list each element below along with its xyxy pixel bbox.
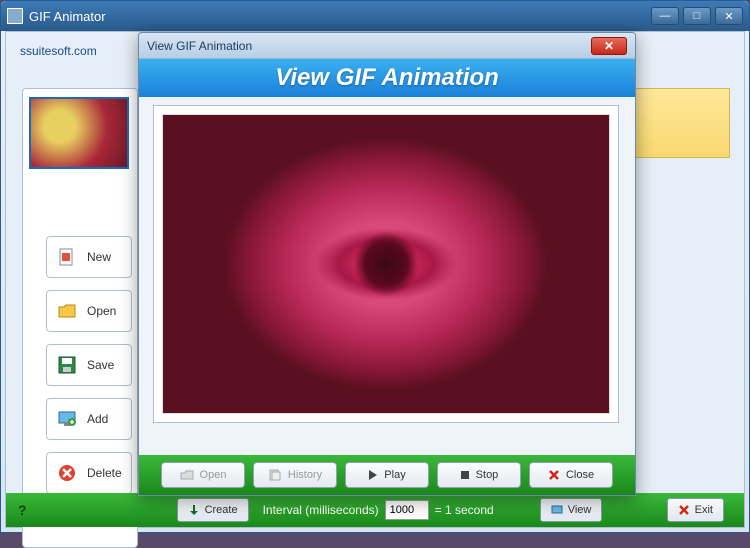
dialog-open-label: Open xyxy=(200,469,227,481)
view-label: View xyxy=(568,504,592,516)
close-icon xyxy=(548,469,560,481)
floppy-icon xyxy=(55,353,79,377)
app-title: GIF Animator xyxy=(29,9,106,24)
delete-label: Delete xyxy=(87,466,122,480)
website-link[interactable]: ssuitesoft.com xyxy=(20,44,97,58)
add-label: Add xyxy=(87,412,108,426)
dialog-open-button[interactable]: Open xyxy=(161,462,245,488)
dialog-close-x[interactable]: ✕ xyxy=(591,37,627,55)
dialog-play-button[interactable]: Play xyxy=(345,462,429,488)
dialog-stop-label: Stop xyxy=(476,469,499,481)
app-icon xyxy=(7,8,23,24)
minimize-button[interactable]: — xyxy=(651,7,679,25)
new-icon xyxy=(55,245,79,269)
dialog-titlebar: View GIF Animation ✕ xyxy=(139,33,635,59)
dialog-play-label: Play xyxy=(384,469,405,481)
monitor-add-icon xyxy=(55,407,79,431)
folder-open-icon xyxy=(55,299,79,323)
delete-button[interactable]: Delete xyxy=(46,452,132,494)
dialog-stop-button[interactable]: Stop xyxy=(437,462,521,488)
view-animation-dialog: View GIF Animation ✕ View GIF Animation … xyxy=(138,32,636,496)
interval-input[interactable] xyxy=(385,500,429,520)
preview-image xyxy=(162,114,610,414)
create-label: Create xyxy=(205,504,238,516)
bottom-toolbar: ? Create Interval (milliseconds) = 1 sec… xyxy=(6,493,744,527)
add-button[interactable]: Add xyxy=(46,398,132,440)
delete-icon xyxy=(55,461,79,485)
exit-label: Exit xyxy=(695,504,713,516)
side-toolbar: New Open Save Add xyxy=(46,236,132,506)
preview-frame xyxy=(153,105,619,423)
help-button[interactable]: ? xyxy=(18,502,27,518)
dialog-history-button[interactable]: History xyxy=(253,462,337,488)
interval-label: Interval (milliseconds) xyxy=(263,503,379,517)
create-button[interactable]: Create xyxy=(177,498,249,522)
view-icon xyxy=(551,504,563,516)
save-label: Save xyxy=(87,358,114,372)
dialog-toolbar: Open History Play Stop Close xyxy=(139,455,635,495)
main-titlebar: GIF Animator — □ ✕ xyxy=(1,1,749,31)
close-window-button[interactable]: ✕ xyxy=(715,7,743,25)
maximize-button[interactable]: □ xyxy=(683,7,711,25)
exit-icon xyxy=(678,504,690,516)
play-icon xyxy=(368,470,378,480)
save-button[interactable]: Save xyxy=(46,344,132,386)
open-label: Open xyxy=(87,304,116,318)
stop-icon xyxy=(460,470,470,480)
folder-icon xyxy=(180,469,194,481)
create-icon xyxy=(188,504,200,516)
dialog-header: View GIF Animation xyxy=(139,59,635,97)
new-label: New xyxy=(87,250,111,264)
history-icon xyxy=(268,469,282,481)
dialog-history-label: History xyxy=(288,469,322,481)
dialog-close-button[interactable]: Close xyxy=(529,462,613,488)
interval-hint: = 1 second xyxy=(435,503,494,517)
frame-thumbnail[interactable] xyxy=(29,97,129,169)
exit-button[interactable]: Exit xyxy=(667,498,724,522)
new-button[interactable]: New xyxy=(46,236,132,278)
dialog-title: View GIF Animation xyxy=(147,39,252,53)
view-button[interactable]: View xyxy=(540,498,603,522)
dialog-close-label: Close xyxy=(566,469,594,481)
open-button[interactable]: Open xyxy=(46,290,132,332)
